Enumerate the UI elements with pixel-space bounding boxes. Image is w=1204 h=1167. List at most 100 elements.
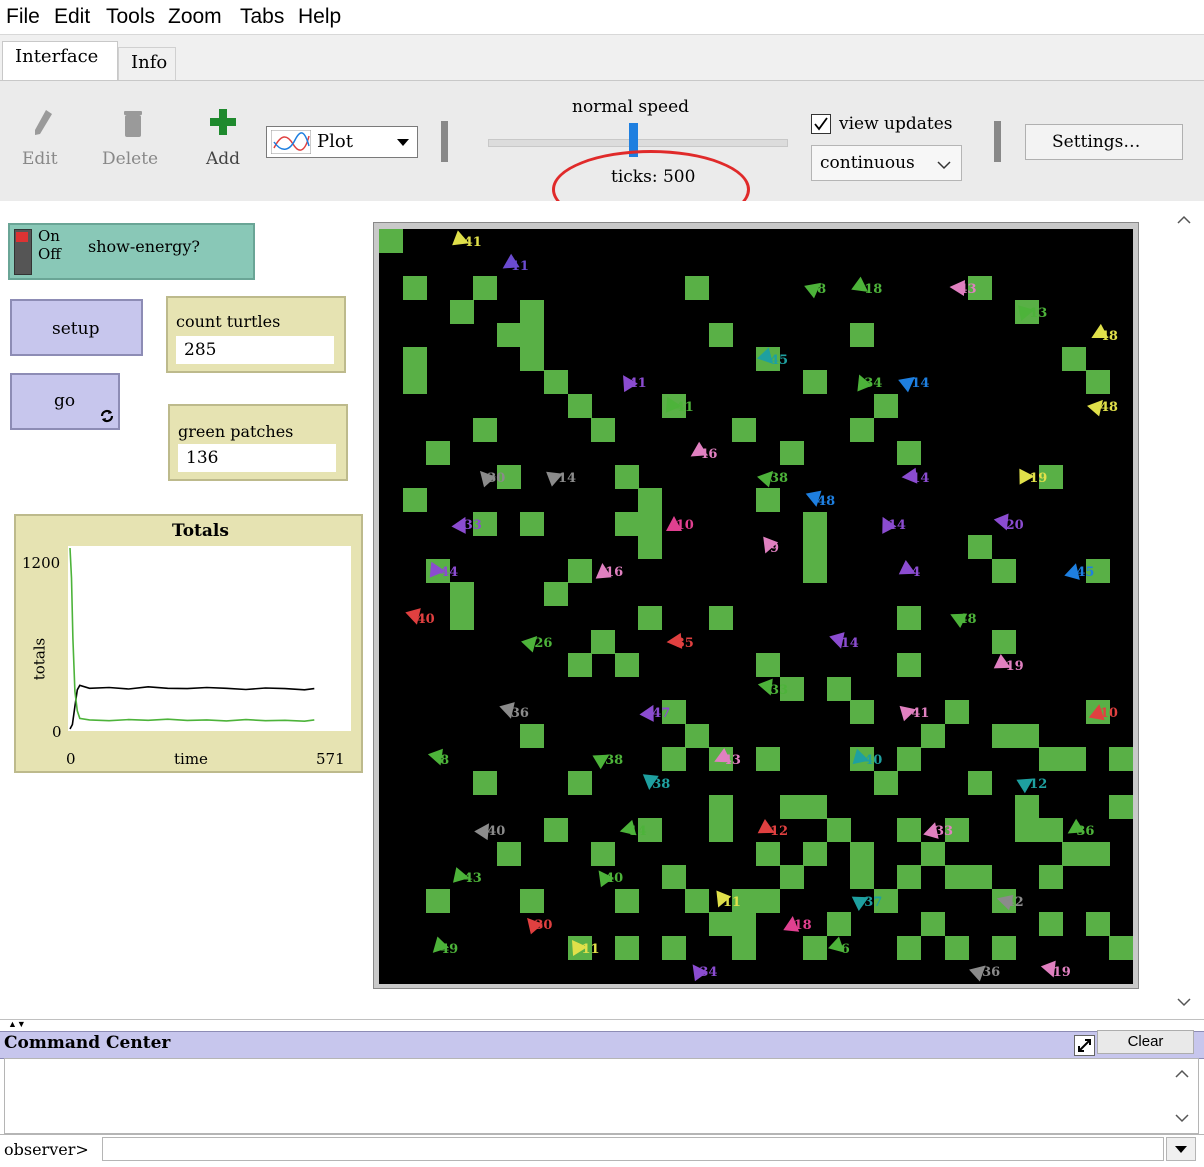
menu-help[interactable]: Help: [298, 5, 341, 29]
turtle-label: 49: [440, 941, 459, 957]
turtle-label: 30: [534, 918, 553, 934]
add-button[interactable]: Add: [200, 107, 250, 177]
green-patch: [1015, 723, 1040, 748]
menu-tools[interactable]: Tools: [106, 5, 155, 29]
green-patch: [567, 770, 592, 795]
green-patch: [897, 441, 922, 466]
turtle-label: 38: [770, 470, 789, 486]
menu-tabs[interactable]: Tabs: [240, 5, 284, 29]
green-patch: [1085, 841, 1110, 866]
command-input[interactable]: [102, 1137, 1164, 1161]
green-patch: [402, 488, 427, 513]
green-patch: [779, 441, 804, 466]
turtle-label: 8: [817, 282, 827, 298]
turtle-label: 11: [581, 941, 600, 957]
green-patch: [1062, 346, 1087, 371]
green-patch: [402, 276, 427, 301]
turtle-label: 43: [463, 871, 482, 887]
delete-button[interactable]: Delete: [100, 107, 170, 177]
maximize-icon[interactable]: [1074, 1035, 1095, 1056]
turtle-label: 38: [652, 776, 671, 792]
green-patch: [850, 841, 875, 866]
speed-slider-track[interactable]: [488, 139, 788, 147]
turtle-label: 41: [911, 706, 930, 722]
green-patch: [1109, 747, 1133, 772]
green-patch: [897, 747, 922, 772]
totals-plot[interactable]: Totals 1200 0 0 571 time totals: [14, 514, 363, 773]
switch-knob: [16, 232, 28, 242]
green-patch: [1109, 935, 1133, 960]
menu-zoom[interactable]: Zoom: [168, 5, 222, 29]
menu-edit[interactable]: Edit: [54, 5, 90, 29]
green-patch: [803, 535, 828, 560]
green-patch: [756, 888, 780, 913]
pencil-icon: [35, 110, 52, 135]
go-button[interactable]: go: [10, 373, 120, 430]
edit-button[interactable]: Edit: [18, 107, 70, 177]
green-patch: [567, 393, 592, 418]
green-patch: [850, 323, 875, 348]
green-patch: [803, 370, 828, 395]
interface-scrollbar[interactable]: [1165, 201, 1204, 1019]
view-updates-label: view updates: [839, 114, 953, 134]
green-patch: [850, 417, 875, 442]
green-patch: [756, 653, 780, 678]
turtle-label: 9: [770, 541, 780, 557]
menu-file[interactable]: File: [6, 5, 40, 29]
green-patch: [449, 582, 474, 607]
plus-icon: [210, 109, 236, 135]
show-energy-switch[interactable]: On Off show-energy?: [8, 223, 255, 280]
green-patch: [661, 865, 686, 890]
chevron-up-icon[interactable]: [1175, 1069, 1189, 1079]
turtle-label: 18: [793, 918, 812, 934]
update-mode-value: continuous: [820, 153, 915, 173]
chevron-down-icon[interactable]: [1175, 1113, 1189, 1123]
green-patch: [379, 229, 403, 253]
switch-toggle[interactable]: [14, 229, 32, 275]
command-center-header: Command Center: [0, 1031, 1204, 1059]
turtle-label: 10: [1099, 706, 1118, 722]
tab-interface[interactable]: Interface: [2, 41, 118, 81]
monitor-value: 285: [176, 336, 334, 364]
green-patch: [756, 747, 780, 772]
green-patch: [897, 865, 922, 890]
turtle-label: 46: [699, 447, 718, 463]
green-patch: [638, 511, 663, 536]
turtle-label: 42: [1005, 894, 1024, 910]
green-patch: [591, 629, 616, 654]
green-patch: [708, 794, 733, 819]
dropdown-arrow-icon: [397, 139, 409, 146]
green-patch: [920, 841, 945, 866]
green-patch: [803, 794, 828, 819]
green-patch: [496, 841, 521, 866]
monitor-value: 136: [178, 444, 336, 472]
green-patch: [591, 417, 616, 442]
view-updates-checkbox[interactable]: [811, 114, 831, 134]
history-dropdown[interactable]: [1166, 1137, 1196, 1161]
green-patch: [591, 841, 616, 866]
turtle-label: 16: [605, 564, 624, 580]
turtle-label: 14: [887, 517, 906, 533]
green-patch: [991, 935, 1016, 960]
green-patch: [708, 818, 733, 843]
turtle-label: 34: [699, 965, 718, 981]
tab-info[interactable]: Info: [118, 47, 176, 81]
green-patch: [826, 676, 851, 701]
clear-button[interactable]: Clear: [1097, 1030, 1194, 1054]
turtle-label: 14: [911, 376, 930, 392]
settings-button[interactable]: Settings…: [1025, 124, 1183, 160]
green-patch: [732, 912, 757, 937]
green-patch: [449, 606, 474, 630]
green-patch: [968, 865, 993, 890]
turtle-label: 10: [675, 517, 694, 533]
green-patch: [708, 323, 733, 348]
widget-type-select[interactable]: Plot: [266, 126, 418, 158]
chevron-up-icon: [1177, 215, 1191, 224]
update-mode-select[interactable]: continuous: [811, 145, 962, 181]
setup-button[interactable]: setup: [10, 299, 143, 356]
observer-prompt[interactable]: observer>: [4, 1140, 89, 1159]
world-view[interactable]: 41 11 8 18 43 13 45 41 41 34 14 48 30 14 46 38 14 19 33 10 4…: [379, 229, 1133, 984]
turtle-label: 33: [934, 824, 954, 840]
widget-type-label: Plot: [317, 131, 353, 152]
green-patch: [661, 935, 686, 960]
